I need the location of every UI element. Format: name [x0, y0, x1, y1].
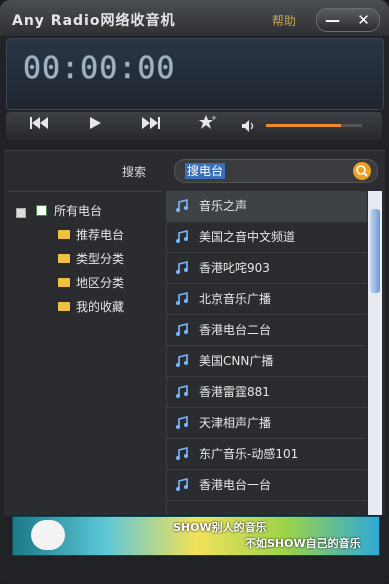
- next-button[interactable]: [128, 114, 174, 138]
- station-item[interactable]: 香港雷霆881: [167, 377, 367, 408]
- root-checkbox[interactable]: [36, 205, 47, 216]
- station-name: 香港叱咤903: [199, 261, 270, 275]
- tree-root-all-stations[interactable]: 所有电台: [54, 202, 102, 220]
- volume-slider[interactable]: [266, 124, 362, 127]
- station-list-scrollbar[interactable]: [368, 191, 382, 515]
- next-icon: [142, 117, 160, 129]
- station-item[interactable]: 北京音乐广播: [167, 284, 367, 315]
- station-item[interactable]: 东广音乐-动感101: [167, 439, 367, 470]
- tree-item-genres[interactable]: 类型分类: [76, 250, 124, 268]
- volume-icon: [242, 120, 254, 132]
- station-name: 北京音乐广播: [199, 292, 272, 306]
- station-name: 香港电台一台: [199, 478, 272, 492]
- music-note-icon: [176, 323, 188, 336]
- scrollbar-thumb[interactable]: [370, 209, 380, 293]
- minimize-button[interactable]: —: [317, 9, 348, 31]
- mascot-icon: [31, 520, 65, 550]
- close-button[interactable]: ✕: [348, 9, 379, 31]
- music-note-icon: [176, 199, 188, 212]
- category-tree: 所有电台 推荐电台 类型分类 地区分类 我的收藏: [8, 191, 162, 492]
- station-name: 美国之音中文频道: [199, 230, 296, 244]
- music-note-icon: [176, 261, 188, 274]
- tree-item-favorites[interactable]: 我的收藏: [76, 298, 124, 316]
- add-favorite-button[interactable]: +: [184, 114, 230, 138]
- station-name: 音乐之声: [199, 199, 248, 213]
- previous-icon: [30, 117, 48, 129]
- time-display: 00:00:00: [6, 38, 384, 110]
- station-name: 香港雷霆881: [199, 385, 270, 399]
- station-item[interactable]: 天津相声广播: [167, 408, 367, 439]
- ad-banner[interactable]: SHOW别人的音乐 不如SHOW自己的音乐: [12, 516, 380, 556]
- music-note-icon: [176, 385, 188, 398]
- volume-slider-fill: [266, 124, 341, 127]
- folder-icon: [58, 254, 70, 263]
- station-name: 香港电台二台: [199, 323, 272, 337]
- play-icon: [90, 117, 101, 129]
- music-note-icon: [176, 230, 188, 243]
- station-list: 音乐之声 美国之音中文频道 香港叱咤903 北京音乐广播 香港电台二台 美国CN…: [166, 191, 367, 515]
- station-item[interactable]: 香港电台二台: [167, 315, 367, 346]
- previous-button[interactable]: [16, 114, 62, 138]
- station-item[interactable]: 音乐之声: [167, 191, 367, 222]
- station-item[interactable]: 美国之音中文频道: [167, 222, 367, 253]
- svg-text:+: +: [211, 114, 217, 122]
- ad-headline: SHOW别人的音乐: [173, 521, 267, 534]
- elapsed-time: 00:00:00: [23, 51, 176, 86]
- star-plus-icon: +: [199, 114, 217, 129]
- tree-item-recommended[interactable]: 推荐电台: [76, 226, 124, 244]
- music-note-icon: [176, 354, 188, 367]
- folder-icon: [58, 302, 70, 311]
- folder-open-icon: [58, 230, 70, 239]
- app-title: Any Radio网络收音机: [12, 13, 176, 29]
- collapse-toggle[interactable]: [16, 208, 26, 218]
- music-note-icon: [176, 478, 188, 491]
- search-label: 搜索: [122, 165, 147, 179]
- station-name: 天津相声广播: [199, 416, 272, 430]
- playback-controls: +: [6, 112, 382, 140]
- title-bar[interactable]: Any Radio网络收音机 帮助 — ✕: [0, 0, 389, 36]
- music-note-icon: [176, 447, 188, 460]
- window-controls: — ✕: [316, 8, 380, 32]
- search-box: 搜电台: [174, 159, 378, 183]
- station-name: 东广音乐-动感101: [199, 447, 299, 461]
- search-icon: [356, 165, 368, 177]
- music-note-icon: [176, 292, 188, 305]
- station-item[interactable]: 香港电台一台: [167, 470, 367, 501]
- station-name: 美国CNN广播: [199, 354, 274, 368]
- station-item[interactable]: 香港叱咤903: [167, 253, 367, 284]
- folder-icon: [58, 278, 70, 287]
- ad-subline: 不如SHOW自己的音乐: [245, 537, 361, 550]
- play-button[interactable]: [72, 114, 118, 138]
- tree-item-regions[interactable]: 地区分类: [76, 274, 124, 292]
- app-window: Any Radio网络收音机 帮助 — ✕ 00:00:00 + 搜索 搜电台 …: [0, 0, 389, 584]
- main-content: 搜索 搜电台 所有电台 推荐电台 类型分类 地区分类 我的收藏 音乐之声 美国之…: [4, 150, 385, 515]
- music-note-icon: [176, 416, 188, 429]
- search-input[interactable]: 搜电台: [185, 163, 226, 179]
- help-link[interactable]: 帮助: [272, 12, 296, 29]
- search-button[interactable]: [353, 162, 371, 180]
- station-item[interactable]: 美国CNN广播: [167, 346, 367, 377]
